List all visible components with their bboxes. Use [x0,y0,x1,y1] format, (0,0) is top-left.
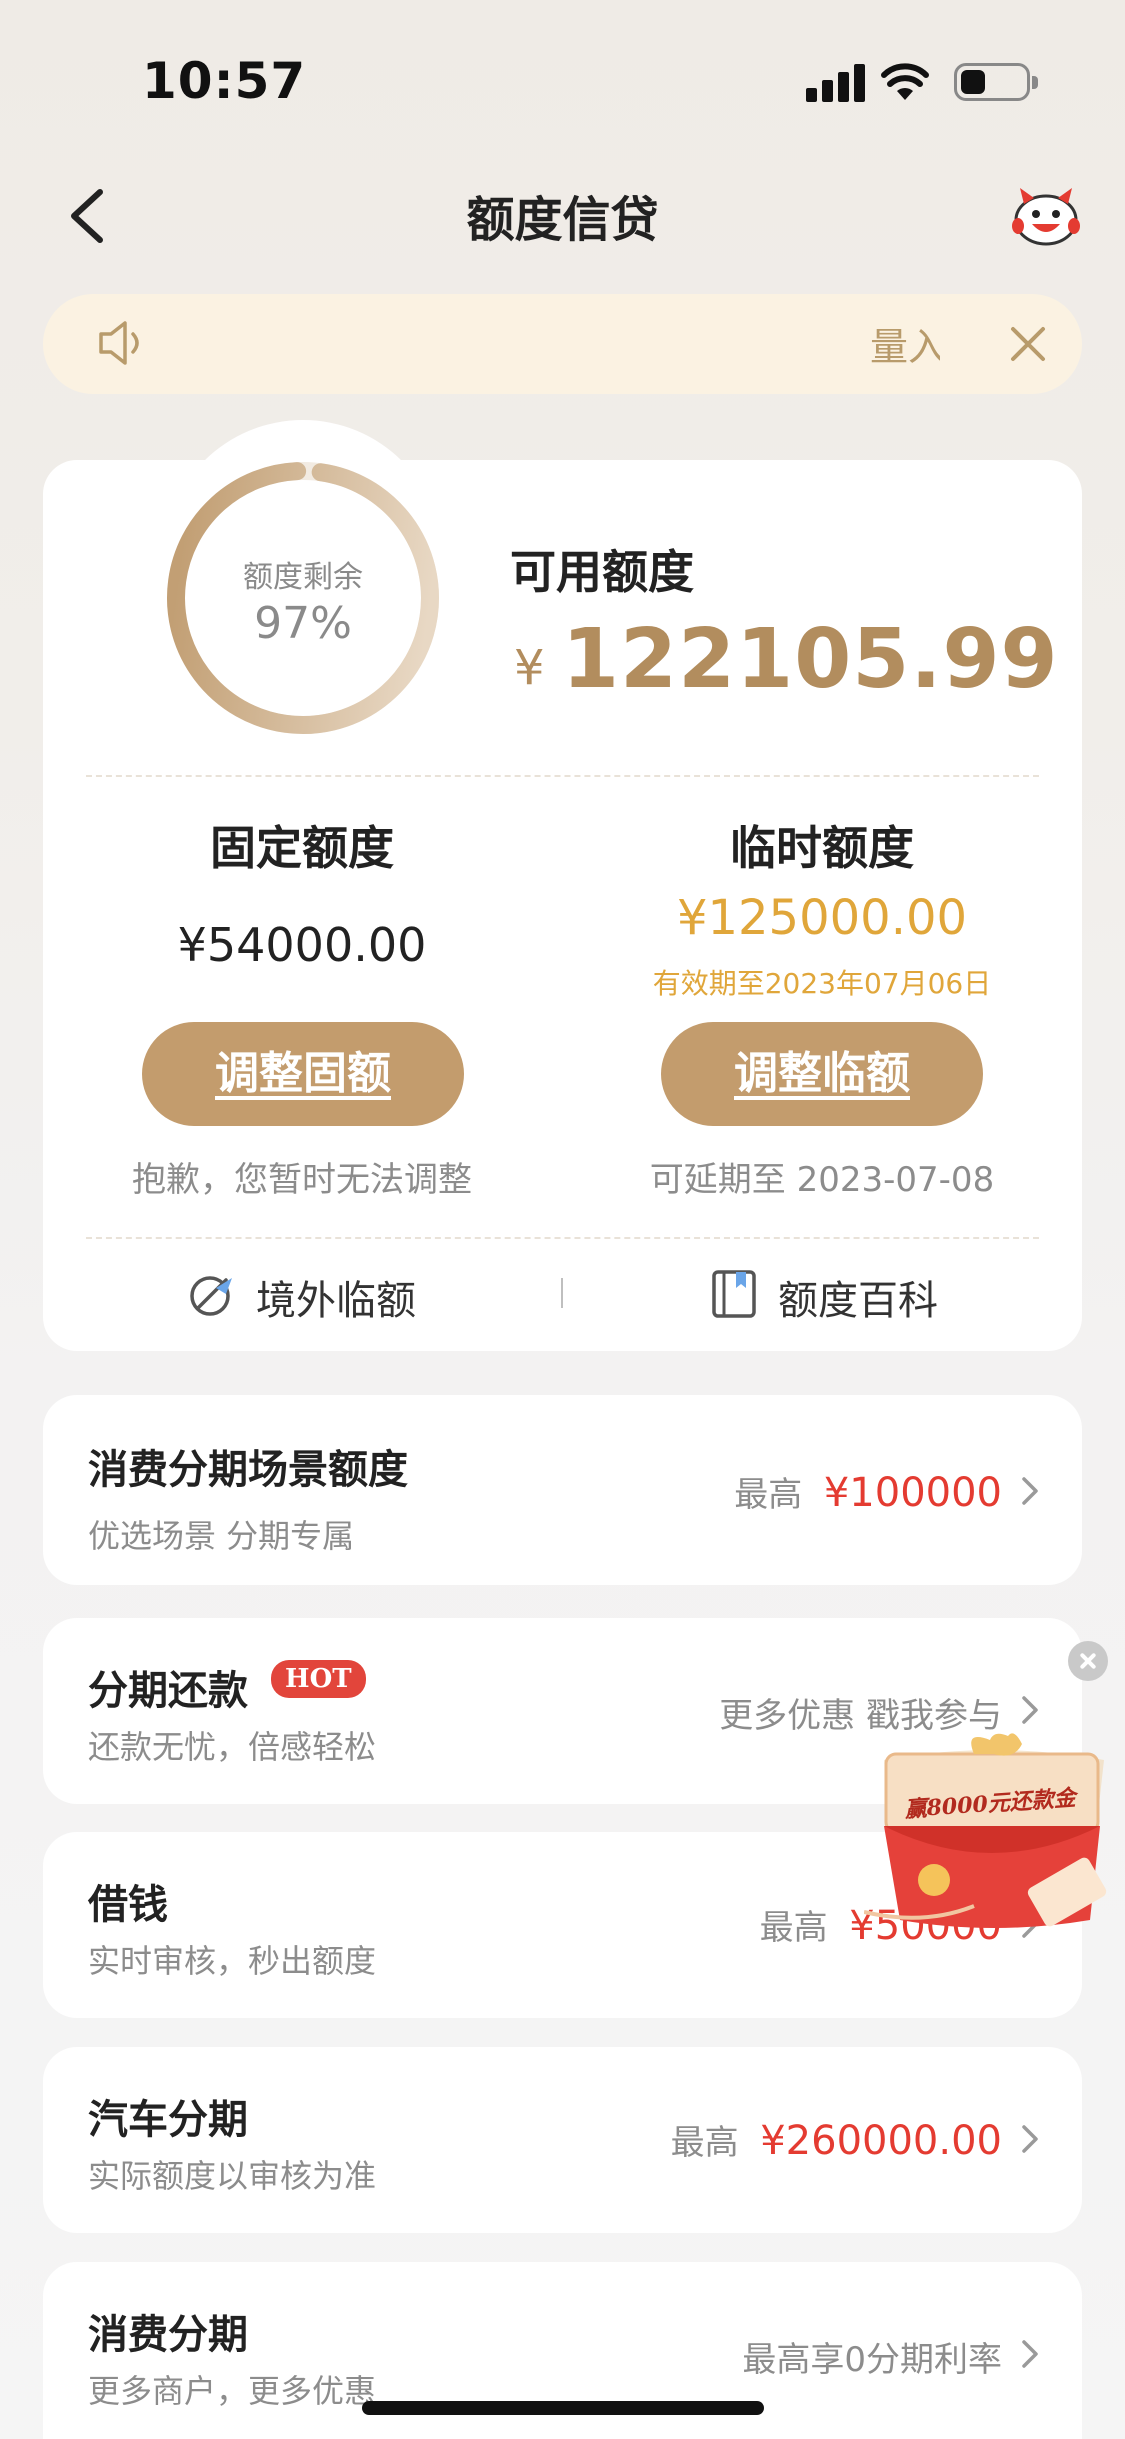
list-item-title: 消费分期场景额度 [88,1447,408,1493]
available-quota-amount: 122105.99 [562,612,1059,707]
max-prefix: 最高 [759,1908,828,1948]
list-item-subtitle: 还款无忧，倍感轻松 [88,1728,377,1766]
ring-label: 额度剩余 [243,560,363,595]
max-amount: ¥260000.00 [760,2118,1002,2164]
promo-close-button[interactable] [1068,1641,1108,1681]
plane-globe-icon [190,1276,232,1316]
hot-badge: HOT [271,1660,366,1698]
quota-wiki-link[interactable]: 额度百科 [708,1262,968,1326]
close-icon[interactable] [1003,319,1053,369]
list-item-title: 借钱 [88,1882,168,1928]
fixed-quota-title: 固定额度 [210,821,394,875]
chevron-right-icon [1022,2340,1038,2368]
temporary-quota-title: 临时额度 [730,821,914,875]
max-prefix: 最高 [734,1475,803,1515]
list-item-scene-quota[interactable]: 消费分期场景额度 优选场景 分期专属 最高 ¥100000 [43,1395,1082,1585]
page-title: 额度信贷 [466,192,659,248]
speaker-icon [99,321,139,365]
chevron-right-icon [1022,1696,1038,1724]
notice-text: 量入 [870,325,940,369]
available-quota-label: 可用额度 [510,545,694,599]
list-item-subtitle: 实时审核，秒出额度 [88,1942,377,1980]
list-item-subtitle: 优选场景 分期专属 [88,1517,355,1555]
list-item-title: 汽车分期 [88,2097,248,2143]
ring-percent: 97% [254,598,352,649]
list-item-title: 消费分期 [88,2312,248,2358]
chevron-right-icon [1022,2125,1038,2153]
vertical-divider [561,1278,563,1308]
list-item-subtitle: 实际额度以审核为准 [88,2157,377,2195]
list-item-right: 最高 ¥100000 [734,1467,1002,1516]
status-time: 10:57 [142,52,307,110]
fixed-quota-amount: ¥54000.00 [177,918,427,972]
list-item-subtitle: 更多商户，更多优惠 [88,2372,377,2410]
fixed-quota-note: 抱歉，您暂时无法调整 [132,1160,472,1200]
adjust-fixed-button[interactable]: 调整固额 [142,1022,464,1126]
list-item-right: 最高享0分期利率 [742,2340,1002,2380]
currency-symbol: ¥ [514,640,545,696]
overseas-quota-link[interactable]: 境外临额 [186,1262,446,1326]
home-indicator [362,2401,764,2415]
wifi-icon [881,63,929,100]
temporary-quota-validity: 有效期至2023年07月06日 [652,967,992,1000]
mascot-icon[interactable] [1010,184,1082,246]
temporary-quota-amount: ¥125000.00 [676,890,968,946]
cellular-signal-icon [806,62,866,102]
divider [86,775,1039,777]
overseas-quota-label: 境外临额 [256,1278,416,1324]
temporary-quota-note: 可延期至 2023-07-08 [649,1160,995,1200]
list-item-car-installment[interactable]: 汽车分期 实际额度以审核为准 最高 ¥260000.00 [43,2047,1082,2233]
book-icon [712,1270,756,1318]
adjust-temporary-button[interactable]: 调整临额 [661,1022,983,1126]
list-item-title: 分期还款 [88,1668,248,1714]
battery-icon [954,63,1038,101]
chevron-right-icon [1022,1477,1038,1505]
list-item-right: 最高 ¥260000.00 [671,2115,1002,2164]
quota-wiki-label: 额度百科 [778,1278,938,1324]
max-prefix: 最高 [670,2123,739,2163]
divider [86,1237,1039,1239]
red-envelope-promo[interactable] [864,1730,1124,1940]
max-amount: ¥100000 [823,1470,1002,1516]
